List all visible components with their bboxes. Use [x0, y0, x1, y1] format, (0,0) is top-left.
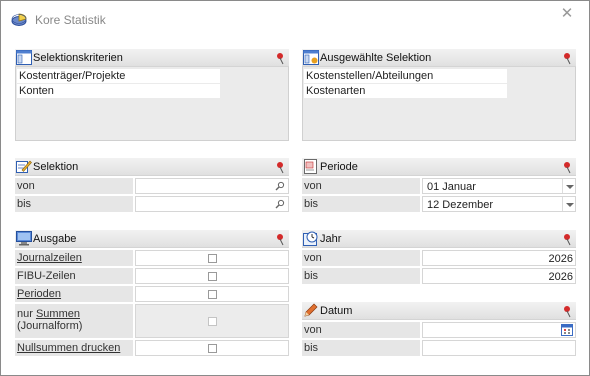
panel-header: Selektion	[15, 158, 289, 176]
panel-title: Periode	[320, 161, 358, 173]
panel-title: Selektion	[33, 161, 79, 173]
journalzeilen-label: Journalzeilen	[15, 250, 133, 266]
nur-summen-text-2: (Journalform)	[17, 320, 83, 332]
panel-header: Datum	[302, 302, 576, 320]
selektion-von-input[interactable]	[135, 178, 289, 194]
nullsummen-checkbox[interactable]	[208, 344, 217, 353]
edit-icon	[16, 159, 32, 174]
datum-von-label: von	[302, 322, 420, 338]
selektion-bis-input[interactable]	[135, 196, 289, 212]
perioden-text: Perioden	[17, 288, 62, 300]
chevron-down-icon[interactable]	[562, 197, 575, 211]
panel-title: Selektionskriterien	[33, 52, 123, 64]
selektionskriterien-panel: Selektionskriterien Kostenträger/Projekt…	[15, 49, 289, 141]
datum-panel: Datum von bis	[302, 302, 576, 358]
close-icon[interactable]: ✕	[557, 5, 577, 23]
list-item[interactable]: Kostenträger/Projekte	[17, 69, 220, 83]
fibu-zeilen-cell	[135, 268, 289, 284]
journalzeilen-text: Journalzeilen	[17, 252, 82, 264]
periode-bis-label: bis	[302, 196, 420, 212]
ausgewaehlte-selektion-list: Kostenstellen/Abteilungen Kostenarten	[302, 67, 576, 141]
pushpin-icon[interactable]	[276, 232, 286, 246]
nur-summen-checkbox	[208, 317, 217, 326]
pushpin-icon[interactable]	[276, 160, 286, 174]
selektionskriterien-list: Kostenträger/Projekte Konten	[15, 67, 289, 141]
perioden-label: Perioden	[15, 286, 133, 302]
nur-summen-cell	[135, 304, 289, 338]
nur-summen-label: nur Summen (Journalform)	[15, 304, 133, 338]
periode-von-label: von	[302, 178, 420, 194]
fibu-zeilen-checkbox[interactable]	[208, 272, 217, 281]
selektion-bis-label: bis	[15, 196, 133, 212]
pushpin-icon[interactable]	[563, 304, 573, 318]
pushpin-icon[interactable]	[276, 51, 286, 65]
pushpin-icon[interactable]	[563, 51, 573, 65]
field-value: 12 Dezember	[427, 199, 494, 211]
ausgabe-panel: Ausgabe Journalzeilen FIBU-Zeilen Period…	[15, 230, 289, 358]
clock-calendar-icon	[303, 231, 319, 246]
panel-header: Jahr	[302, 230, 576, 248]
jahr-bis-input[interactable]: 2026	[422, 268, 576, 284]
panel-title: Ausgabe	[33, 233, 77, 245]
magnifier-icon[interactable]	[275, 199, 285, 209]
pencil-icon	[303, 303, 319, 318]
panel-title: Jahr	[320, 233, 342, 245]
field-value: 2026	[548, 253, 573, 265]
periode-bis-select[interactable]: 12 Dezember	[422, 196, 576, 212]
chart-disk-icon	[10, 11, 28, 27]
selektion-von-label: von	[15, 178, 133, 194]
magnifier-icon[interactable]	[275, 181, 285, 191]
panel-header: Ausgabe	[15, 230, 289, 248]
nullsummen-cell	[135, 340, 289, 356]
list-window-icon	[16, 50, 32, 65]
monitor-icon	[16, 231, 32, 246]
calendar-page-icon	[303, 159, 319, 174]
panel-header: Periode	[302, 158, 576, 176]
calendar-icon[interactable]	[561, 324, 573, 336]
chevron-down-icon[interactable]	[562, 179, 575, 193]
nullsummen-label: Nullsummen drucken	[15, 340, 133, 356]
datum-von-input[interactable]	[422, 322, 576, 338]
perioden-cell	[135, 286, 289, 302]
selected-list-icon	[303, 50, 319, 65]
list-item[interactable]: Konten	[17, 84, 220, 98]
title-bar: Kore Statistik ✕	[1, 1, 589, 35]
datum-bis-label: bis	[302, 340, 420, 356]
jahr-panel: Jahr von 2026 bis 2026	[302, 230, 576, 286]
panel-header: Selektionskriterien	[15, 49, 289, 67]
nullsummen-text: Nullsummen drucken	[17, 342, 121, 354]
list-item[interactable]: Kostenstellen/Abteilungen	[304, 69, 507, 83]
field-value: 2026	[548, 271, 573, 283]
list-item[interactable]: Kostenarten	[304, 84, 507, 98]
panel-title: Ausgewählte Selektion	[320, 52, 432, 64]
ausgewaehlte-selektion-panel: Ausgewählte Selektion Kostenstellen/Abte…	[302, 49, 576, 141]
fibu-zeilen-label: FIBU-Zeilen	[15, 268, 133, 284]
journalzeilen-cell	[135, 250, 289, 266]
selektion-panel: Selektion von bis	[15, 158, 289, 214]
periode-panel: Periode von 01 Januar bis 12 Dezember	[302, 158, 576, 214]
field-value: 01 Januar	[427, 181, 476, 193]
dialog-window: Kore Statistik ✕ Selektionskriterien Kos…	[0, 0, 590, 376]
jahr-von-input[interactable]: 2026	[422, 250, 576, 266]
journalzeilen-checkbox[interactable]	[208, 254, 217, 263]
pushpin-icon[interactable]	[563, 160, 573, 174]
pushpin-icon[interactable]	[563, 232, 573, 246]
perioden-checkbox[interactable]	[208, 290, 217, 299]
panel-header: Ausgewählte Selektion	[302, 49, 576, 67]
periode-von-select[interactable]: 01 Januar	[422, 178, 576, 194]
jahr-von-label: von	[302, 250, 420, 266]
datum-bis-input[interactable]	[422, 340, 576, 356]
jahr-bis-label: bis	[302, 268, 420, 284]
window-title: Kore Statistik	[35, 13, 106, 27]
panel-title: Datum	[320, 305, 353, 317]
nur-summen-text: Summen	[35, 308, 80, 320]
